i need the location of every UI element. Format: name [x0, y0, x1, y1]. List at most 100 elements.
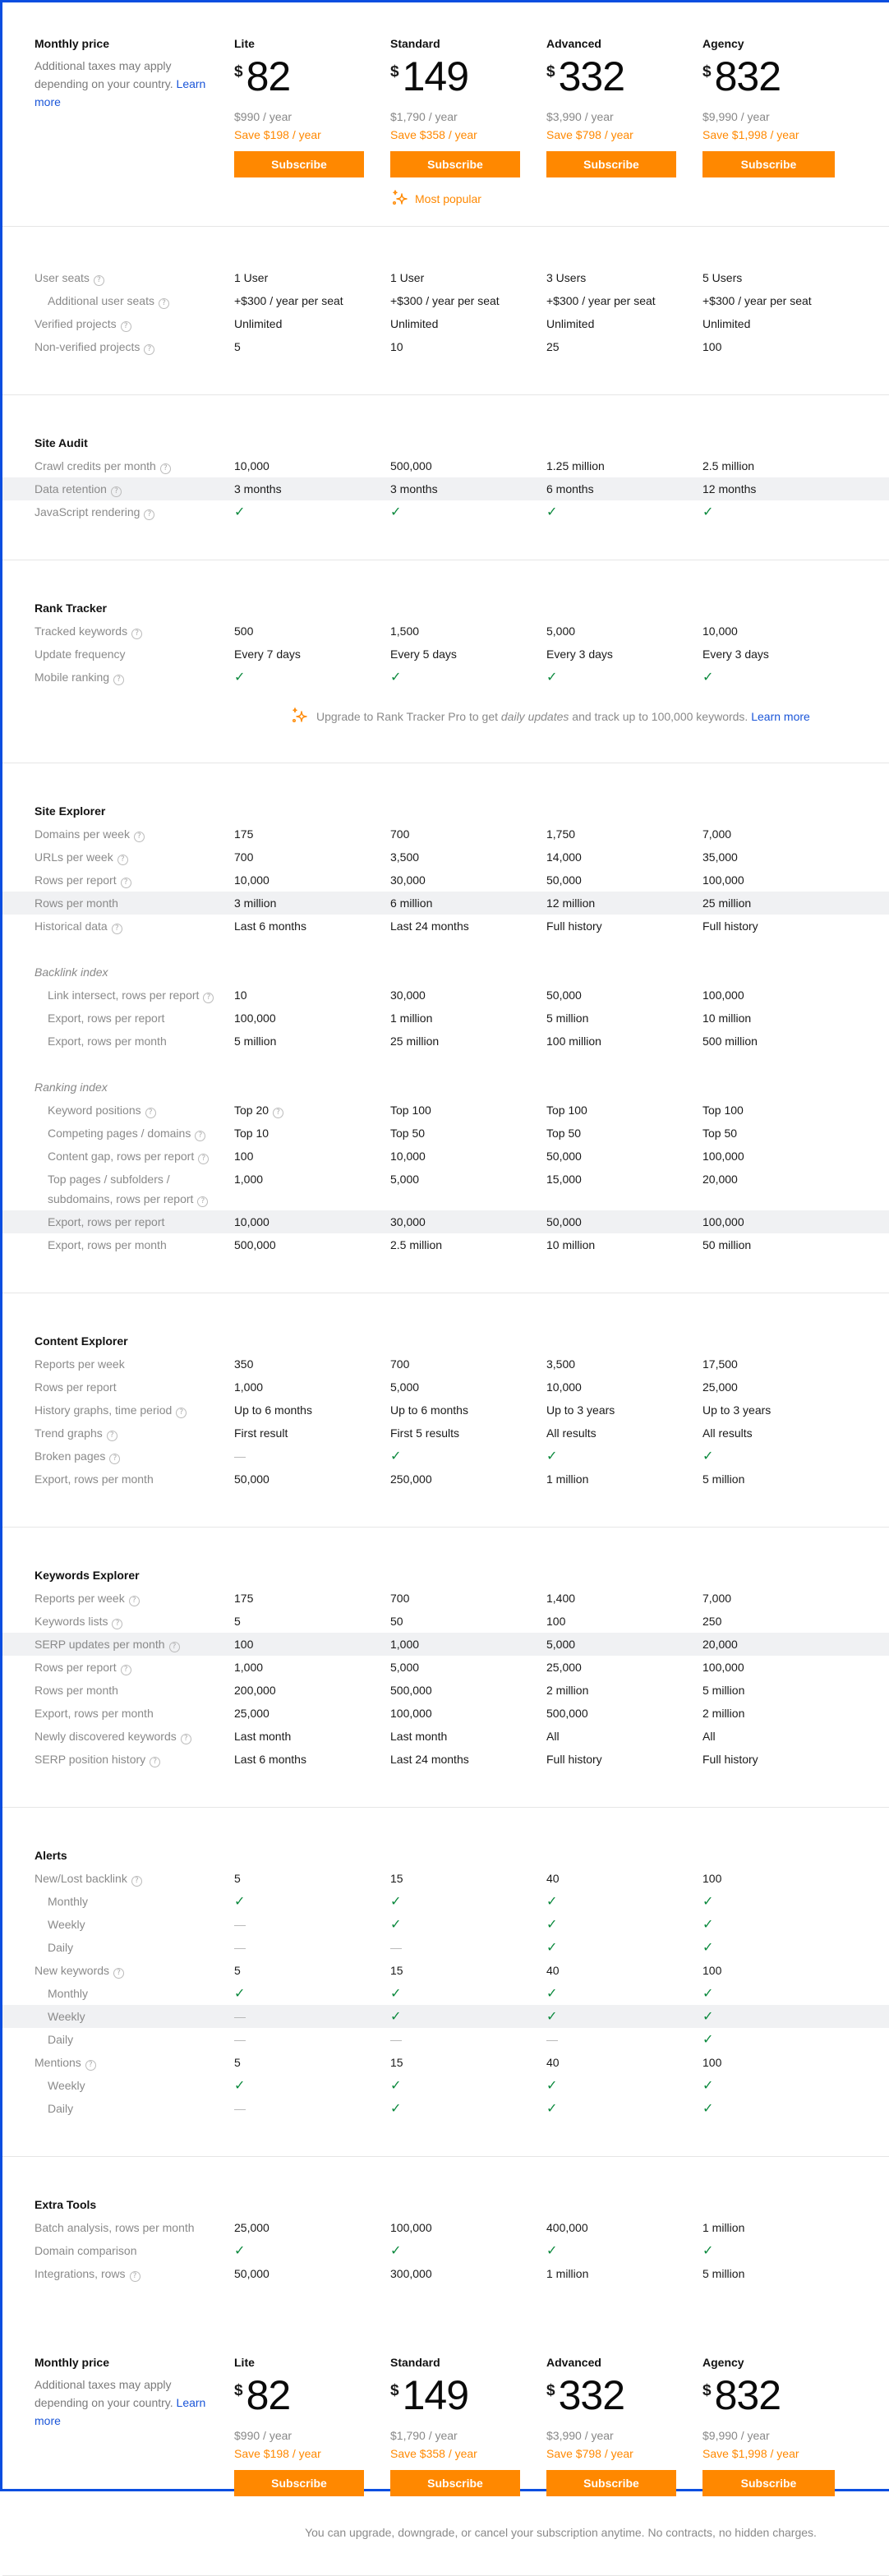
help-icon[interactable]: ? [180, 1734, 191, 1744]
cell-text: 1,000 [390, 1638, 420, 1651]
subscribe-button-agency[interactable]: Subscribe [702, 151, 835, 177]
help-icon[interactable]: ? [85, 2060, 96, 2071]
help-icon[interactable]: ? [195, 1131, 206, 1141]
cell-text: 200,000 [234, 1684, 276, 1697]
plan-agency: Agency $832 $9,990 / year Save $1,998 / … [702, 35, 859, 177]
row-label: Keyword positions? [2, 1099, 234, 1122]
help-icon[interactable]: ? [145, 1108, 156, 1118]
row-label: Link intersect, rows per report? [2, 984, 234, 1007]
row-label-text: Top pages / subfolders / subdomains, row… [48, 1173, 194, 1205]
row-label: Additional user seats? [2, 289, 234, 312]
subscribe-button-lite[interactable]: Subscribe [234, 2470, 364, 2496]
help-icon[interactable]: ? [93, 275, 104, 286]
cell-text: Up to 3 years [546, 1403, 615, 1417]
cell-text: 25 [546, 340, 560, 353]
cell-value: ✓ [546, 2005, 702, 2028]
cell-text: 2 million [546, 1684, 589, 1697]
subscribe-button-advanced[interactable]: Subscribe [546, 2470, 676, 2496]
most-popular-badge: Most popular [390, 189, 546, 209]
section-title: Extra Tools [35, 2198, 97, 2211]
subscribe-button-agency[interactable]: Subscribe [702, 2470, 835, 2496]
row-label: New/Lost backlink? [2, 1867, 234, 1890]
cell-value: Full history [702, 1748, 859, 1771]
help-icon[interactable]: ? [128, 1596, 140, 1606]
cell-text: 10 [390, 340, 403, 353]
table-row: Tracked keywords? 500 1,500 5,000 10,000 [2, 620, 889, 643]
help-icon[interactable]: ? [129, 2271, 140, 2282]
cell-value: 2 million [702, 1702, 859, 1725]
cell-value: 3,500 [546, 1353, 702, 1376]
table-row: Export, rows per month 50,000 250,000 1 mil… [2, 1468, 889, 1491]
help-icon[interactable]: ? [106, 1431, 117, 1441]
check-icon: ✓ [234, 2077, 246, 2093]
table-row: Weekly — ✓ ✓ ✓ [2, 1913, 889, 1936]
row-label: Crawl credits per month? [2, 454, 234, 477]
plan-standard: Standard $149 $1,790 / year Save $358 / … [390, 2354, 546, 2496]
check-icon: ✓ [390, 2242, 402, 2258]
help-icon[interactable]: ? [113, 1968, 125, 1979]
help-icon[interactable]: ? [273, 1108, 284, 1118]
cell-text: 15,000 [546, 1173, 582, 1186]
help-icon[interactable]: ? [198, 1154, 210, 1164]
cell-value: First 5 results [390, 1422, 546, 1445]
cell-value: ✓ [390, 2239, 546, 2262]
table-row: User seats? 1 User 1 User 3 Users 5 Users [2, 266, 889, 289]
help-icon[interactable]: ? [176, 1408, 187, 1418]
help-icon[interactable]: ? [110, 486, 122, 497]
help-icon[interactable]: ? [133, 832, 145, 842]
cell-value: 15 [390, 1867, 546, 1890]
help-icon[interactable]: ? [113, 675, 125, 685]
help-icon[interactable]: ? [111, 924, 122, 934]
cell-text: 2.5 million [390, 1238, 443, 1251]
help-icon[interactable]: ? [197, 1196, 209, 1207]
row-label: Historical data? [2, 915, 234, 938]
help-icon[interactable]: ? [120, 321, 131, 332]
cell-value: +$300 / year per seat [702, 289, 859, 312]
subscribe-button-standard[interactable]: Subscribe [390, 151, 520, 177]
subscribe-button-advanced[interactable]: Subscribe [546, 151, 676, 177]
subscribe-button-standard[interactable]: Subscribe [390, 2470, 520, 2496]
cell-value: Top 100 [390, 1099, 546, 1122]
help-icon[interactable]: ? [112, 1619, 123, 1629]
cell-text: 10,000 [390, 1150, 426, 1163]
table-row: Content gap, rows per report? 100 10,000 50… [2, 1145, 889, 1168]
cell-value: ✓ [546, 1913, 702, 1936]
cell-value: — [234, 1936, 390, 1959]
cell-value: Every 3 days [702, 643, 859, 666]
help-icon[interactable]: ? [144, 344, 155, 355]
cell-value: ✓ [546, 1445, 702, 1468]
help-icon[interactable]: ? [144, 509, 155, 520]
help-icon[interactable]: ? [117, 855, 128, 865]
table-row: Competing pages / domains? Top 10 Top 50 To… [2, 1122, 889, 1145]
check-icon: ✓ [546, 1916, 558, 1932]
help-icon[interactable]: ? [158, 298, 169, 309]
not-included-dash: — [390, 1941, 402, 1954]
help-icon[interactable]: ? [120, 878, 131, 888]
help-icon[interactable]: ? [150, 1757, 161, 1767]
row-label-text: Monthly [48, 1895, 89, 1908]
help-icon[interactable]: ? [159, 463, 171, 474]
subscribe-button-lite[interactable]: Subscribe [234, 151, 364, 177]
cell-value: 3 million [234, 892, 390, 915]
help-icon[interactable]: ? [120, 1665, 131, 1675]
table-row: SERP position history? Last 6 months Last … [2, 1748, 889, 1771]
table-row: Export, rows per month 25,000 100,000 500,0… [2, 1702, 889, 1725]
cell-text: 10 [234, 988, 247, 1002]
cell-text: Up to 3 years [702, 1403, 772, 1417]
row-label: Weekly [2, 2074, 234, 2097]
rank-tracker-pro-learn-more-link[interactable]: Learn more [751, 710, 810, 723]
section-title: Rank Tracker [35, 601, 107, 615]
sparkle-icon [393, 190, 408, 205]
help-icon[interactable]: ? [131, 1876, 142, 1887]
cell-value: 1,000 [234, 1656, 390, 1679]
cell-text: Unlimited [390, 317, 439, 330]
help-icon[interactable]: ? [131, 629, 143, 639]
help-icon[interactable]: ? [109, 1454, 121, 1464]
plan-name: Standard [390, 37, 440, 50]
upgrade-note-prefix: Upgrade to Rank Tracker Pro to get [316, 710, 501, 723]
table-row: Weekly — ✓ ✓ ✓ [2, 2005, 889, 2028]
yearly-price: $1,790 / year [390, 110, 458, 123]
help-icon[interactable]: ? [203, 993, 214, 1003]
help-icon[interactable]: ? [168, 1642, 180, 1652]
cell-value: 5 [234, 1959, 390, 1982]
